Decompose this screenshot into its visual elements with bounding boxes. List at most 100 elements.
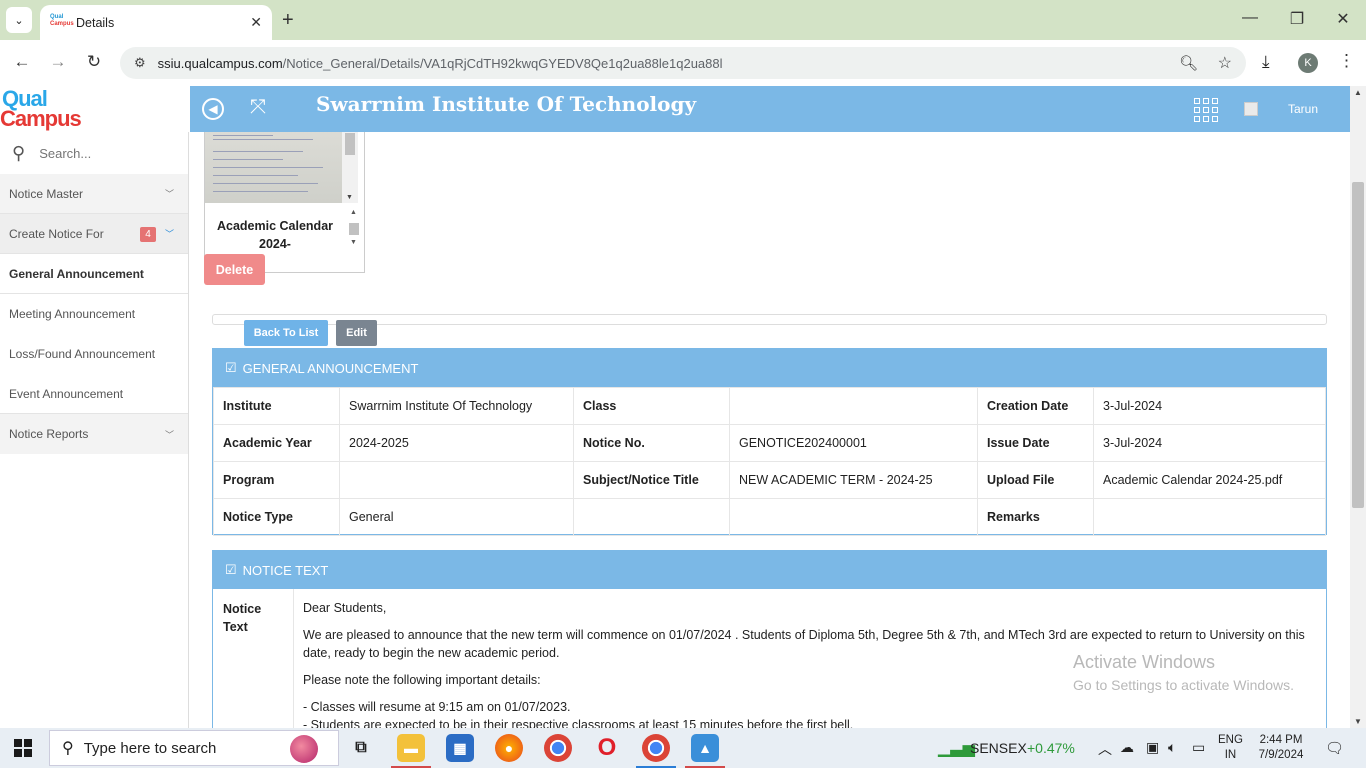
field-label: Creation Date <box>977 387 1094 425</box>
preview-scrollbar[interactable]: ▼ <box>342 132 358 203</box>
main-content: ▼ Academic Calendar 2024- ▲ ▼ Delete Bac… <box>189 132 1350 728</box>
edit-button[interactable]: Edit <box>336 320 377 346</box>
sidebar-item-meeting-announcement[interactable]: Meeting Announcement <box>0 294 188 334</box>
field-label: Remarks <box>977 498 1094 536</box>
activate-windows-watermark: Activate Windows Go to Settings to activ… <box>1073 652 1294 693</box>
field-label: Subject/Notice Title <box>573 461 730 499</box>
file-explorer-icon[interactable]: ▬ <box>391 734 431 768</box>
chevron-down-icon: ﹀ <box>164 189 174 199</box>
notice-text-panel: ☑ NOTICE TEXT Notice Text Dear Students, … <box>212 550 1327 728</box>
volume-icon[interactable]: 🔈︎ <box>1168 739 1176 756</box>
firefox-icon[interactable]: ● <box>495 734 523 762</box>
chrome-icon[interactable] <box>544 734 572 762</box>
sidebar-search-input[interactable] <box>39 145 160 161</box>
field-value: 2024-2025 <box>339 424 574 462</box>
field-value: Swarrnim Institute Of Technology <box>339 387 574 425</box>
details-panel: ☑ GENERAL ANNOUNCEMENT Institute Swarrni… <box>212 348 1327 536</box>
scroll-down-icon[interactable]: ▼ <box>1354 717 1362 726</box>
sidebar-item-loss-found-announcement[interactable]: Loss/Found Announcement <box>0 334 188 374</box>
institute-title: Swarrnim Institute Of Technology <box>316 92 697 116</box>
download-icon[interactable]: ⤓ <box>1262 52 1270 72</box>
search-highlight-icon[interactable] <box>290 735 318 763</box>
clock[interactable]: 2:44 PM 7/9/2024 <box>1256 733 1306 763</box>
count-badge: 4 <box>140 227 156 242</box>
display-icon[interactable]: ▭ <box>1192 739 1205 756</box>
field-value <box>729 498 978 536</box>
field-label: Academic Year <box>213 424 340 462</box>
chevron-down-icon: ﹀ <box>164 429 174 440</box>
new-tab-icon[interactable]: + <box>282 9 294 32</box>
opera-icon[interactable]: O <box>593 734 621 762</box>
divider <box>212 314 1327 325</box>
profile-avatar[interactable]: K <box>1298 53 1318 73</box>
chevron-down-icon: ﹀ <box>164 229 174 239</box>
user-avatar[interactable] <box>1244 102 1258 116</box>
field-label: Upload File <box>977 461 1094 499</box>
field-value: GENOTICE202400001 <box>729 424 978 462</box>
photos-icon[interactable]: ▲ <box>685 734 725 768</box>
ticker-value[interactable]: +0.47% <box>1027 740 1075 756</box>
field-label <box>573 498 730 536</box>
notice-paragraph: - Students are expected to be in their r… <box>303 718 854 728</box>
windows-start-icon[interactable] <box>14 739 32 757</box>
bookmark-star-icon[interactable]: ☆ <box>1218 53 1232 73</box>
delete-button[interactable]: Delete <box>204 254 265 285</box>
field-value: 3-Jul-2024 <box>1093 387 1326 425</box>
store-icon[interactable]: ▦ <box>446 734 474 762</box>
chrome-profile-icon[interactable] <box>636 734 676 768</box>
sidebar-item-notice-master[interactable]: Notice Master ﹀ <box>0 174 188 214</box>
user-name[interactable]: Tarun <box>1288 102 1318 116</box>
chevron-up-icon[interactable]: ︿ <box>1098 739 1112 759</box>
address-bar[interactable]: ⚙ ssiu.qualcampus.com/Notice_General/Det… <box>120 47 1246 79</box>
name-scrollbar[interactable]: ▲ ▼ <box>348 209 360 251</box>
zoom-icon[interactable]: 🔍︎ <box>1179 54 1198 72</box>
back-circle-icon[interactable]: ◀ <box>202 98 224 120</box>
fullscreen-icon[interactable]: ⤧ <box>250 96 266 119</box>
restore-icon[interactable]: ❐ <box>1287 9 1307 29</box>
scroll-down-icon[interactable]: ▼ <box>346 194 353 201</box>
minimize-icon[interactable]: — <box>1240 9 1260 27</box>
edit-square-icon: ☑ <box>225 562 237 577</box>
qualcampus-favicon-icon: Qual Campus <box>50 13 74 27</box>
sidebar-item-event-announcement[interactable]: Event Announcement <box>0 374 188 414</box>
reload-icon[interactable]: ↻ <box>83 52 105 72</box>
browser-tab[interactable]: Qual Campus Details ✕ <box>40 5 272 40</box>
qualcampus-logo[interactable]: Qual Campus <box>0 86 190 132</box>
browser-menu-icon[interactable]: ⋮ <box>1338 51 1355 71</box>
forward-arrow-icon[interactable]: → <box>47 52 69 72</box>
scroll-up-icon[interactable]: ▲ <box>1354 88 1362 97</box>
back-arrow-icon[interactable]: ← <box>11 52 33 72</box>
site-settings-icon[interactable]: ⚙ <box>134 55 146 71</box>
sidebar-item-notice-reports[interactable]: Notice Reports ﹀ <box>0 414 188 454</box>
network-icon[interactable]: ☁ <box>1120 739 1134 756</box>
language-indicator[interactable]: ENG IN <box>1218 733 1243 763</box>
browser-tab-bar: ⌄ Qual Campus Details ✕ + — ❐ ✕ <box>0 0 1366 40</box>
task-view-icon[interactable]: ⧉ <box>347 734 375 762</box>
notification-icon[interactable]: 🗨︎ <box>1325 739 1344 757</box>
details-panel-header: ☑ GENERAL ANNOUNCEMENT <box>213 349 1326 387</box>
field-label: Notice Type <box>213 498 340 536</box>
meet-icon[interactable]: ▣ <box>1146 739 1159 756</box>
page-scrollbar[interactable]: ▲ ▼ <box>1350 86 1366 728</box>
tab-search-button[interactable]: ⌄ <box>6 7 32 33</box>
document-preview[interactable] <box>205 132 342 203</box>
field-value <box>339 461 574 499</box>
scroll-down-icon[interactable]: ▼ <box>350 239 357 246</box>
sidebar-item-create-notice-for[interactable]: Create Notice For 4 ﹀ <box>0 214 188 254</box>
ticker-label[interactable]: SENSEX <box>970 740 1027 756</box>
back-to-list-button[interactable]: Back To List <box>244 320 328 346</box>
url-text[interactable]: ssiu.qualcampus.com/Notice_General/Detai… <box>158 56 723 71</box>
search-icon: ⚲ <box>12 142 26 163</box>
sidebar-item-general-announcement[interactable]: General Announcement <box>0 254 188 294</box>
window-close-icon[interactable]: ✕ <box>1333 9 1353 29</box>
taskbar-search[interactable]: ⚲ Type here to search <box>49 730 339 766</box>
close-tab-icon[interactable]: ✕ <box>250 14 262 31</box>
field-value <box>729 387 978 425</box>
scroll-up-icon[interactable]: ▲ <box>350 209 357 216</box>
table-row: Institute Swarrnim Institute Of Technolo… <box>213 387 1326 425</box>
apps-grid-icon[interactable] <box>1194 98 1218 122</box>
sidebar-search: ⚲ <box>0 132 188 174</box>
scrollbar-thumb[interactable] <box>1352 182 1364 508</box>
field-value: 3-Jul-2024 <box>1093 424 1326 462</box>
browser-toolbar: ← → ↻ ⚙ ssiu.qualcampus.com/Notice_Gener… <box>0 40 1366 86</box>
